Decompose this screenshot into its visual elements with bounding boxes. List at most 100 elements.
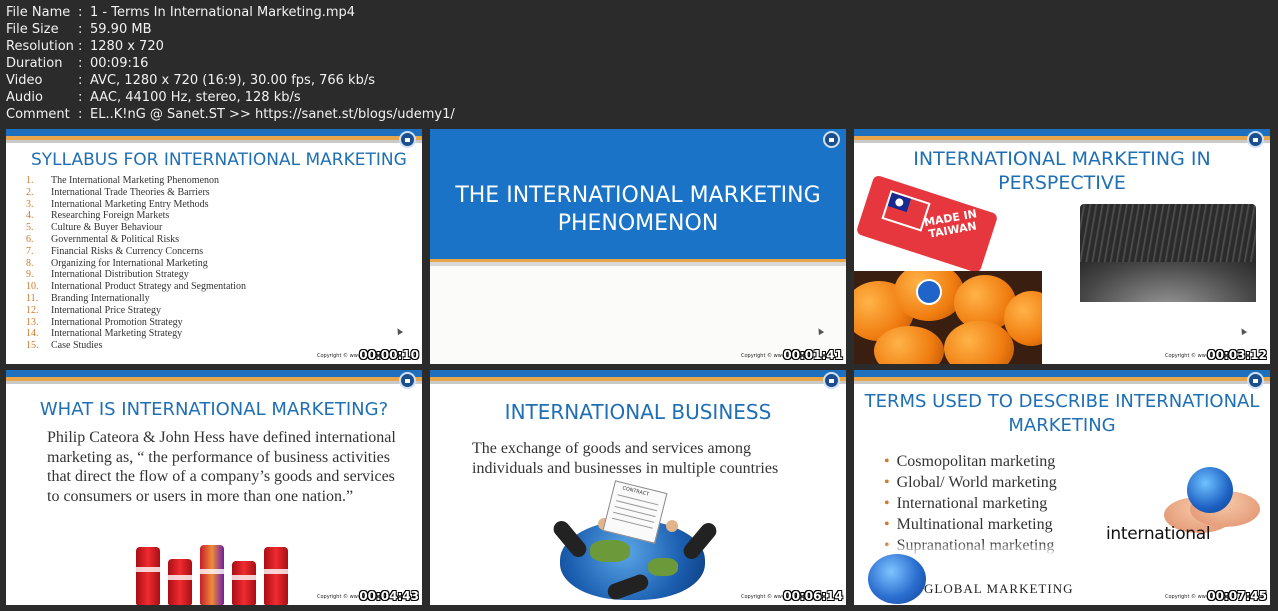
can-band <box>200 569 224 574</box>
thumbnail-syllabus[interactable]: SYLLABUS FOR INTERNATIONAL MARKETING 1. T… <box>6 129 422 364</box>
list-item: International marketing <box>884 493 1057 514</box>
mouse-cursor-icon <box>394 326 404 336</box>
thumbnail-what-is-im[interactable]: WHAT IS INTERNATIONAL MARKETING? Philip … <box>6 370 422 605</box>
slide-header-band <box>6 129 422 136</box>
slide-header-divider <box>430 381 846 384</box>
file-info-value: AAC, 44100 Hz, stereo, 128 kb/s <box>90 90 301 105</box>
list-item: 6. Governmental & Political Risks <box>26 234 246 246</box>
file-info-value: AVC, 1280 x 720 (16:9), 30.00 fps, 766 k… <box>90 73 375 88</box>
slide-title: SYLLABUS FOR INTERNATIONAL MARKETING <box>31 150 407 170</box>
terms-list: Cosmopolitan marketing Global/ World mar… <box>884 451 1057 556</box>
file-info-value: 59.90 MB <box>90 22 152 37</box>
definition-text: Philip Cateora & John Hess have defined … <box>47 429 396 505</box>
definition-text: The exchange of goods and services among… <box>472 439 842 478</box>
list-text: Financial Risks & Currency Concerns <box>51 245 204 257</box>
list-item: Cosmopolitan marketing <box>884 451 1057 472</box>
list-item: 15. Case Studies <box>26 340 246 352</box>
soda-can <box>168 559 192 605</box>
file-info-row: Video: AVC, 1280 x 720 (16:9), 30.00 fps,… <box>6 72 455 89</box>
list-item: 2. International Trade Theories & Barrier… <box>26 187 246 199</box>
file-info-row: Comment: EL..K!nG @ Sanet.ST >> https://s… <box>6 106 455 123</box>
list-number: 13. <box>26 316 39 328</box>
list-number: 12. <box>26 304 39 316</box>
list-text: International Price Strategy <box>51 304 161 316</box>
list-item: 8. Organizing for International Marketing <box>26 258 246 270</box>
contract-line <box>617 494 659 506</box>
text-fade-overlay <box>874 542 1134 556</box>
file-info-separator: : <box>78 56 83 71</box>
list-number: 14. <box>26 328 39 340</box>
slide-header-band <box>854 370 1270 377</box>
tire-photo <box>1080 204 1256 302</box>
slide-header-band <box>854 129 1270 136</box>
list-item: 9. International Distribution Strategy <box>26 269 246 281</box>
educba-logo-icon <box>399 372 416 389</box>
international-logo-text: international <box>1106 524 1211 544</box>
can-band <box>136 567 160 572</box>
mouse-cursor-icon <box>1238 326 1248 336</box>
educba-logo-icon <box>823 372 840 389</box>
file-info-value: 00:09:16 <box>90 56 149 71</box>
list-number: 2. <box>26 186 34 198</box>
list-text: International Trade Theories & Barriers <box>51 186 210 198</box>
file-info-value: 1 - Terms In International Marketing.mp4 <box>90 5 356 20</box>
file-info-key: Duration <box>6 56 63 71</box>
file-info-separator: : <box>78 39 83 54</box>
list-text: International Promotion Strategy <box>51 316 183 328</box>
soda-can <box>232 561 256 605</box>
timestamp-label: 00:04:43 <box>359 589 419 603</box>
definition-line: The exchange of goods and services among <box>472 440 752 457</box>
timestamp-label: 00:03:12 <box>1207 348 1267 362</box>
timestamp-label: 00:01:41 <box>783 348 843 362</box>
file-info-separator: : <box>78 22 83 37</box>
timestamp-label: 00:00:10 <box>359 348 419 362</box>
list-number: 9. <box>26 269 34 281</box>
slide-title-line: MARKETING <box>1008 415 1116 436</box>
thumbnail-terms[interactable]: TERMS USED TO DESCRIBE INTERNATIONAL MAR… <box>854 370 1270 605</box>
slide-title-line: TERMS USED TO DESCRIBE INTERNATIONAL <box>864 391 1260 412</box>
list-number: 15. <box>26 340 39 352</box>
hands-holding-globe-image <box>1164 457 1260 533</box>
file-info-row: Duration:00:09:16 <box>6 55 455 72</box>
file-info-row: Resolution:1280 x 720 <box>6 38 455 55</box>
list-item: 11. Branding Internationally <box>26 293 246 305</box>
file-info-separator: : <box>78 73 83 88</box>
list-number: 11. <box>26 292 39 304</box>
timestamp-label: 00:06:14 <box>783 589 843 603</box>
thumbnail-perspective[interactable]: INTERNATIONAL MARKETING IN PERSPECTIVE M… <box>854 129 1270 364</box>
educba-logo-icon <box>399 131 416 148</box>
file-info-key: File Size <box>6 22 59 37</box>
file-info-key: Comment <box>6 107 70 122</box>
thumbnail-phenomenon[interactable]: THE INTERNATIONAL MARKETING PHENOMENON C… <box>430 129 846 364</box>
slide-header-divider <box>854 140 1270 143</box>
file-info-value: EL..K!nG @ Sanet.ST >> https://sanet.st/… <box>90 107 455 122</box>
file-info-panel: File Name:1 - Terms In International Mar… <box>6 4 455 123</box>
file-info-key: Audio <box>6 90 43 105</box>
slide-title-line: THE INTERNATIONAL MARKETING <box>455 183 821 208</box>
file-info-key: File Name <box>6 5 71 20</box>
globe-icon <box>1187 467 1233 513</box>
can-band <box>232 575 256 580</box>
fruit-sticker-icon <box>916 279 942 305</box>
file-info-separator: : <box>78 5 83 20</box>
file-info-row: File Size:59.90 MB <box>6 21 455 38</box>
slide-title-line: INTERNATIONAL MARKETING IN <box>913 148 1211 170</box>
list-text: Governmental & Political Risks <box>51 233 180 245</box>
can-band <box>168 575 192 580</box>
list-text: International Marketing Strategy <box>51 328 183 340</box>
slide-title: TERMS USED TO DESCRIBE INTERNATIONAL MAR… <box>854 390 1270 438</box>
list-number: 10. <box>26 281 39 293</box>
file-info-key: Resolution <box>6 39 74 54</box>
mouse-cursor-icon <box>815 326 825 336</box>
coca-cola-cans-image <box>134 528 304 605</box>
list-item: 4. Researching Foreign Markets <box>26 210 246 222</box>
definition-line: individuals and businesses in multiple c… <box>472 459 779 477</box>
list-number: 1. <box>26 175 34 186</box>
list-item: 10. International Product Strategy and Se… <box>26 281 246 293</box>
thumbnail-international-business[interactable]: INTERNATIONAL BUSINESS The exchange of g… <box>430 370 846 605</box>
oranges-photo <box>854 271 1042 364</box>
list-number: 6. <box>26 233 34 245</box>
list-text: International Product Strategy and Segme… <box>51 281 246 293</box>
list-text: Branding Internationally <box>51 292 150 304</box>
list-text: International Distribution Strategy <box>51 269 189 281</box>
